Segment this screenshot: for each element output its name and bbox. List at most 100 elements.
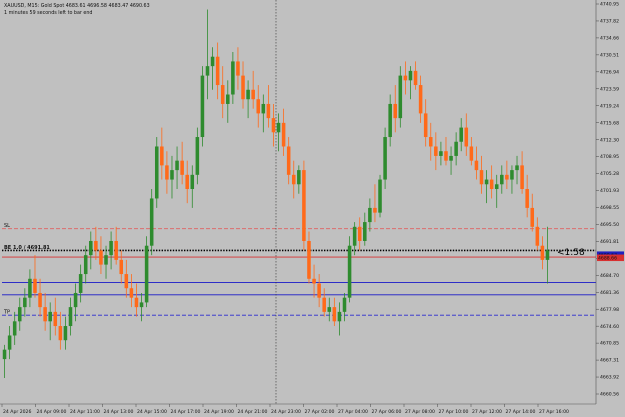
- price-tick-label: 4740.95: [600, 2, 619, 8]
- candle-body: [246, 89, 250, 100]
- time-tick-label: 24 Apr 19:00: [204, 409, 234, 415]
- candle-body: [540, 245, 545, 260]
- candle-body: [12, 321, 17, 336]
- candle-body: [383, 137, 387, 180]
- candle-body: [23, 297, 27, 308]
- candle-body: [256, 99, 261, 114]
- chart-window[interactable]: SL TP BE 1.0 / 4691.81 <1:58 4740.95 4737.82…: [0, 0, 625, 417]
- candle-body: [286, 146, 291, 175]
- candle-body: [266, 103, 271, 119]
- candle-body: [144, 245, 149, 303]
- candle-body: [484, 179, 489, 185]
- candle-body: [210, 56, 215, 67]
- candle-body: [525, 189, 529, 208]
- price-tick-label: 4734.66: [600, 36, 619, 42]
- time-tick-label: 24 Apr 11:00: [70, 409, 100, 415]
- candle-body: [423, 113, 428, 138]
- candle-body: [109, 240, 113, 256]
- price-chart[interactable]: SL TP BE 1.0 / 4691.81 <1:58 4740.95 4737.82…: [0, 0, 625, 417]
- tp-label: TP: [3, 310, 10, 316]
- price-tick-label: 4670.85: [600, 341, 619, 347]
- time-tick-label: 24 Apr 17:00: [171, 409, 201, 415]
- candle-body: [73, 292, 78, 308]
- price-tick-label: 4698.55: [600, 205, 619, 211]
- time-tick-label: 27 Apr 08:00: [405, 409, 435, 415]
- time-tick-label: 27 Apr 14:00: [506, 409, 536, 415]
- candle-body: [2, 349, 7, 360]
- candle-body: [236, 61, 240, 76]
- candle: [144, 236, 149, 308]
- candle-body: [291, 174, 296, 185]
- candle-body: [393, 103, 398, 119]
- candle-body: [7, 335, 12, 350]
- candle-body: [327, 307, 332, 312]
- candle-body: [170, 170, 174, 180]
- candle-body: [500, 174, 504, 185]
- candle-body: [398, 75, 403, 119]
- candle-body: [439, 151, 443, 156]
- candle-body: [454, 141, 458, 156]
- candle-body: [104, 255, 108, 265]
- price-tick-label: 4695.50: [600, 222, 619, 228]
- candle-body: [403, 75, 408, 81]
- candle-body: [251, 89, 255, 100]
- candle-body: [215, 56, 220, 86]
- candle-body: [307, 240, 311, 279]
- candle: [200, 66, 205, 147]
- candle-body: [38, 292, 42, 308]
- time-tick-label: 27 Apr 04:00: [338, 409, 368, 415]
- candle-body: [428, 137, 433, 147]
- plot-area: [0, 0, 596, 404]
- countdown-timer: <1:58: [557, 248, 585, 258]
- candle-body: [520, 165, 524, 190]
- candle: [378, 174, 382, 218]
- bar-timer: 1 minutes 59 seconds left to bar end: [4, 10, 92, 16]
- candle-body: [322, 297, 326, 312]
- time-tick-label: 27 Apr 02:00: [305, 409, 335, 415]
- candle-body: [129, 288, 134, 298]
- candle-body: [312, 278, 316, 284]
- candle-body: [408, 70, 413, 81]
- candle-body: [175, 160, 179, 171]
- candle-body: [378, 179, 382, 213]
- time-tick-label: 27 Apr 12:00: [472, 409, 502, 415]
- price-tick-label: 4737.82: [600, 19, 619, 25]
- candle-body: [200, 75, 205, 138]
- candle-body: [241, 75, 245, 100]
- candle-body: [83, 255, 88, 275]
- candle-body: [180, 160, 184, 175]
- time-tick-label: 24 Apr 13:00: [104, 409, 134, 415]
- candle-body: [352, 226, 357, 246]
- candle-body: [63, 326, 68, 341]
- price-tick-label: 4708.95: [600, 154, 619, 160]
- candle-body: [124, 274, 129, 289]
- time-tick-label: 24 Apr 21:00: [238, 409, 268, 415]
- candle-body: [281, 122, 286, 147]
- candle-body: [119, 259, 124, 275]
- candle-body: [449, 155, 453, 161]
- candle-body: [226, 94, 230, 104]
- price-tick-label: 4663.92: [600, 375, 619, 381]
- candle-body: [99, 250, 103, 265]
- candle-body: [434, 146, 438, 156]
- candle-body: [368, 207, 372, 223]
- candle-body: [510, 170, 514, 180]
- candle-body: [373, 207, 377, 213]
- candle-body: [68, 307, 73, 327]
- price-tick-label: 4723.59: [600, 86, 619, 92]
- candle-body: [474, 160, 479, 171]
- candle-body: [545, 250, 550, 260]
- breakeven-label: BE 1.0 / 4691.81: [4, 245, 50, 251]
- candle-body: [297, 170, 301, 185]
- candle-body: [154, 146, 159, 199]
- candle-body: [261, 103, 266, 114]
- candle-body: [190, 174, 195, 190]
- candle-body: [94, 240, 98, 251]
- candle-body: [302, 170, 306, 241]
- time-tick-label: 24 Apr 15:00: [137, 409, 167, 415]
- time-tick-label: 24 Apr 09:00: [37, 409, 67, 415]
- price-tick-label: 4691.81: [600, 239, 619, 245]
- price-tick-label: 4730.51: [600, 52, 619, 58]
- price-tick-label: 4719.24: [600, 103, 619, 109]
- candle-body: [357, 226, 362, 241]
